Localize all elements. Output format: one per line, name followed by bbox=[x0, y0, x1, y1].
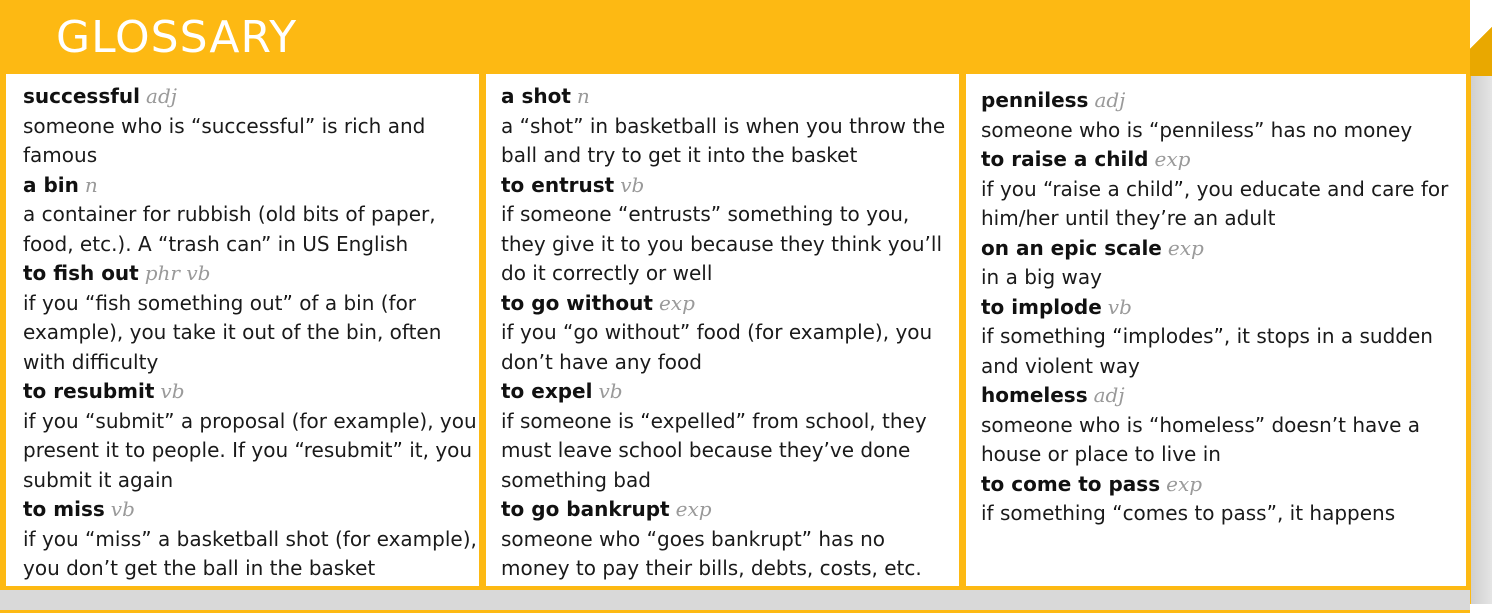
glossary-entry: to go bankrupt exp someone who “goes bank… bbox=[501, 495, 959, 584]
glossary-entry: to go without exp if you “go without” foo… bbox=[501, 289, 959, 378]
entry-definition: if you “submit” a proposal (for example)… bbox=[23, 408, 477, 492]
entry-part-of-speech: exp bbox=[1154, 147, 1191, 171]
entry-definition: someone who “goes bankrupt” has no money… bbox=[501, 526, 922, 581]
entry-term: on an epic scale bbox=[981, 235, 1162, 260]
entry-term: to raise a child bbox=[981, 147, 1149, 171]
entry-term: to implode bbox=[981, 294, 1102, 319]
entry-definition: if someone “entrusts” something to you, … bbox=[501, 202, 942, 285]
entry-part-of-speech: vb bbox=[620, 172, 645, 197]
glossary-panel: GLOSSARY successful adj someone who is “s… bbox=[0, 0, 1492, 614]
entry-part-of-speech: exp bbox=[675, 497, 712, 521]
glossary-entry: on an epic scale exp in a big way bbox=[981, 234, 1466, 293]
entry-term: homeless bbox=[981, 383, 1088, 407]
glossary-entry: to implode vb if something “implodes”, it… bbox=[981, 293, 1466, 382]
entry-part-of-speech: vb bbox=[598, 379, 623, 403]
entry-definition: in a big way bbox=[981, 265, 1102, 289]
entry-part-of-speech: adj bbox=[1093, 383, 1125, 407]
entry-definition: if you “miss” a basketball shot (for exa… bbox=[23, 526, 477, 581]
glossary-entry: to fish out phr vb if you “fish something… bbox=[23, 259, 479, 377]
glossary-entry: to miss vb if you “miss” a basketball sho… bbox=[23, 495, 479, 584]
glossary-column-1: successful adj someone who is “successful… bbox=[6, 74, 479, 586]
corner-fold bbox=[1470, 0, 1492, 76]
entry-part-of-speech: exp bbox=[658, 290, 695, 315]
glossary-entry: penniless adj someone who is “penniless” … bbox=[981, 86, 1466, 145]
entry-definition: if someone is “expelled” from school, th… bbox=[501, 408, 927, 492]
glossary-entry: to resubmit vb if you “submit” a proposal… bbox=[23, 377, 479, 495]
entry-definition: if something “comes to pass”, it happens bbox=[981, 501, 1396, 525]
entry-part-of-speech: vb bbox=[110, 497, 135, 521]
glossary-entry: homeless adj someone who is “homeless” do… bbox=[981, 381, 1466, 470]
entry-part-of-speech: exp bbox=[1167, 235, 1204, 260]
entry-term: to resubmit bbox=[23, 379, 155, 403]
entry-part-of-speech: adj bbox=[146, 84, 177, 108]
entry-part-of-speech: vb bbox=[160, 379, 185, 403]
glossary-entry: to raise a child exp if you “raise a chil… bbox=[981, 145, 1466, 234]
glossary-entry: to expel vb if someone is “expelled” from… bbox=[501, 377, 959, 495]
entry-term: to miss bbox=[23, 497, 105, 521]
entry-term: a bin bbox=[23, 172, 79, 197]
entry-definition: someone who is “homeless” doesn’t have a… bbox=[981, 412, 1421, 467]
glossary-entry: a shot n a “shot” in basketball is when y… bbox=[501, 82, 959, 171]
entry-part-of-speech: phr vb bbox=[144, 261, 211, 285]
entry-term: to expel bbox=[501, 379, 593, 403]
entry-term: penniless bbox=[981, 88, 1089, 112]
entry-term: a shot bbox=[501, 84, 571, 108]
entry-term: to entrust bbox=[501, 172, 615, 197]
panel-bottom-shadow bbox=[0, 590, 1470, 613]
entry-term: to come to pass bbox=[981, 471, 1161, 496]
entry-part-of-speech: exp bbox=[1166, 471, 1203, 496]
entry-definition: if you “raise a child”, you educate and … bbox=[981, 176, 1449, 231]
entry-definition: a “shot” in basketball is when you throw… bbox=[501, 113, 946, 168]
glossary-entry: successful adj someone who is “successful… bbox=[23, 82, 479, 171]
entry-definition: if you “go without” food (for example), … bbox=[501, 320, 933, 374]
entry-part-of-speech: n bbox=[84, 172, 98, 197]
entry-part-of-speech: adj bbox=[1094, 88, 1126, 112]
entry-term: to go without bbox=[501, 290, 653, 315]
glossary-column-2: a shot n a “shot” in basketball is when y… bbox=[486, 74, 959, 586]
entry-term: successful bbox=[23, 84, 141, 108]
entry-definition: if you “fish something out” of a bin (fo… bbox=[23, 290, 442, 374]
glossary-entry: to entrust vb if someone “entrusts” somet… bbox=[501, 171, 959, 289]
glossary-entry: a bin n a container for rubbish (old bits… bbox=[23, 171, 479, 260]
entry-part-of-speech: vb bbox=[1107, 294, 1132, 319]
glossary-column-3: penniless adj someone who is “penniless” … bbox=[966, 74, 1466, 586]
entry-definition: a container for rubbish (old bits of pap… bbox=[23, 202, 436, 256]
entry-term: to fish out bbox=[23, 261, 139, 285]
glossary-title: GLOSSARY bbox=[56, 12, 298, 63]
entry-definition: someone who is “penniless” has no money bbox=[981, 117, 1413, 142]
entry-part-of-speech: n bbox=[576, 84, 590, 108]
entry-definition: someone who is “successful” is rich and … bbox=[23, 113, 426, 168]
entry-term: to go bankrupt bbox=[501, 497, 670, 521]
panel-side-shadow bbox=[1468, 76, 1492, 604]
entry-definition: if something “implodes”, it stops in a s… bbox=[981, 324, 1433, 378]
glossary-entry: to come to pass exp if something “comes t… bbox=[981, 470, 1466, 529]
